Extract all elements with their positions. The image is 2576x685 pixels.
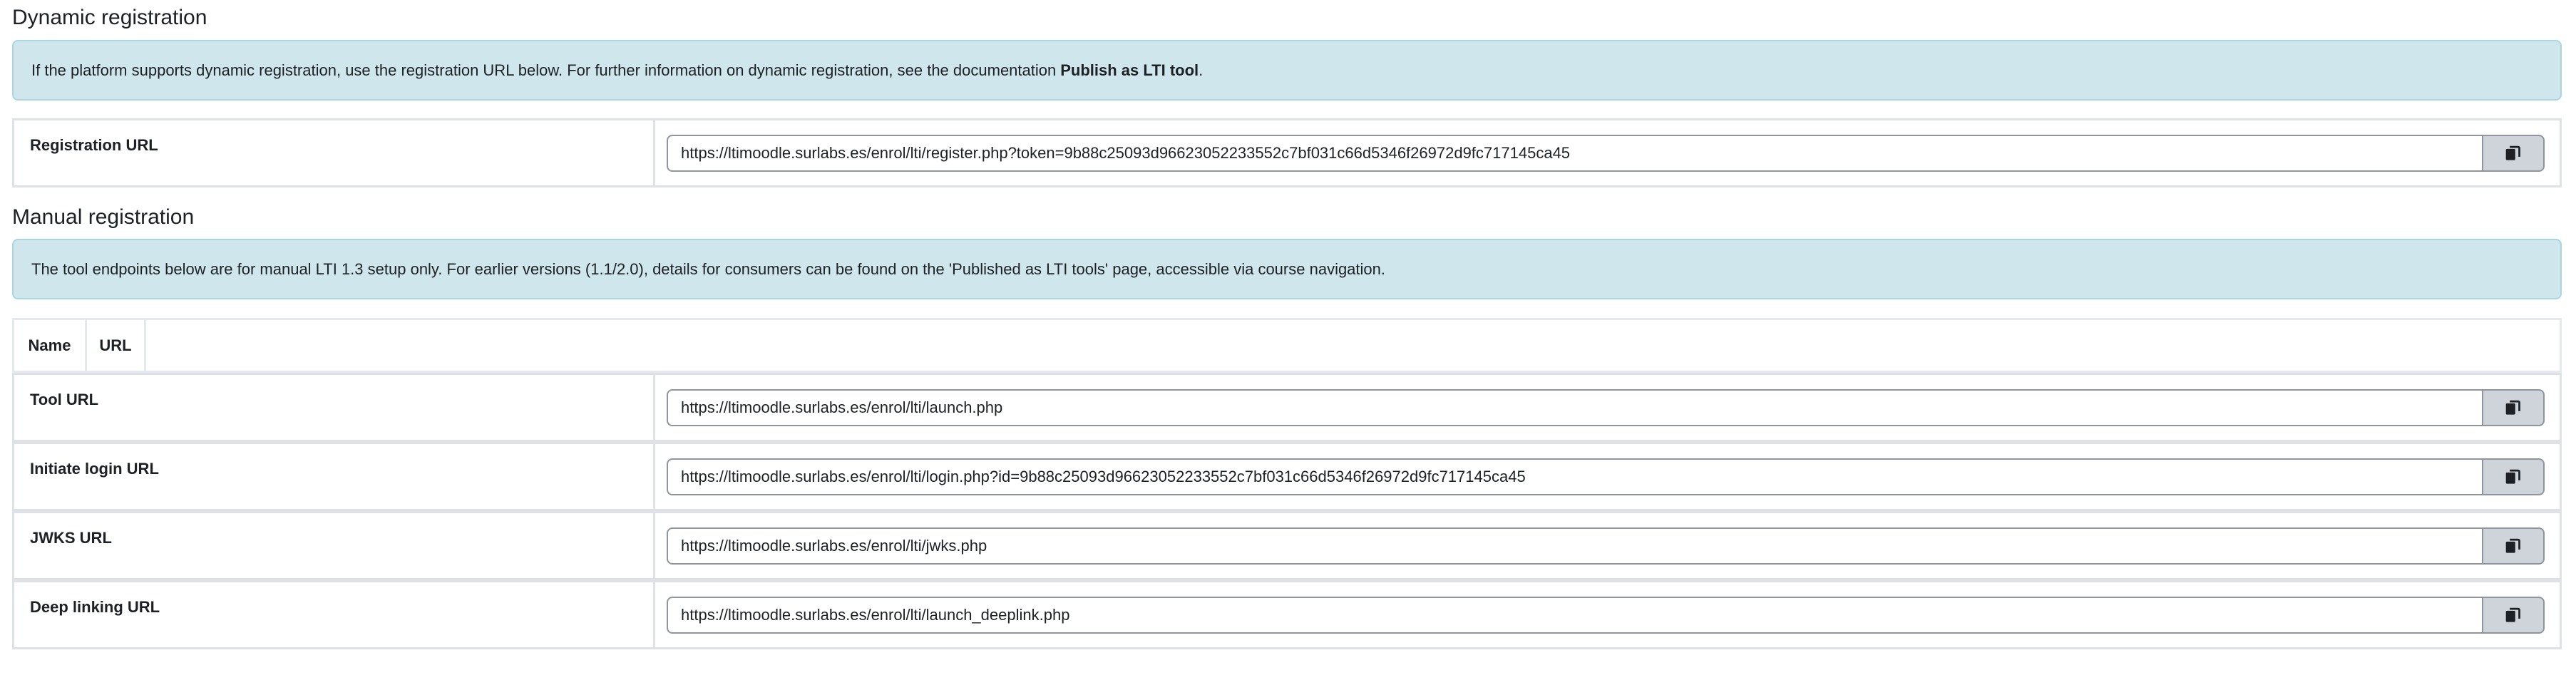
tool-url-input-group <box>667 389 2545 426</box>
endpoints-table-header: Name URL <box>12 318 2562 373</box>
jwks-url-label: JWKS URL <box>30 529 112 547</box>
jwks-url-row: JWKS URL <box>12 511 2562 580</box>
jwks-url-input[interactable] <box>667 527 2482 565</box>
dynamic-registration-info: If the platform supports dynamic registr… <box>12 40 2562 101</box>
manual-registration-info: The tool endpoints below are for manual … <box>12 239 2562 299</box>
tool-url-label: Tool URL <box>30 391 99 408</box>
copy-tool-url-button[interactable] <box>2482 389 2545 426</box>
column-header-url[interactable]: URL <box>87 320 146 371</box>
column-divider <box>653 513 655 578</box>
initiate-login-url-input-group <box>667 458 2545 495</box>
dynamic-info-text: If the platform supports dynamic registr… <box>31 61 1057 79</box>
column-divider <box>653 582 655 647</box>
registration-url-row: Registration URL <box>12 118 2562 187</box>
copy-initiate-login-url-button[interactable] <box>2482 458 2545 495</box>
tool-url-row: Tool URL <box>12 373 2562 442</box>
lti-registration-page: Dynamic registration If the platform sup… <box>0 0 2576 685</box>
dynamic-info-suffix: . <box>1199 61 1204 79</box>
initiate-login-url-label: Initiate login URL <box>30 460 159 478</box>
copy-icon <box>2505 538 2520 553</box>
column-header-name[interactable]: Name <box>14 320 87 371</box>
copy-icon <box>2505 400 2520 415</box>
copy-icon <box>2505 145 2520 160</box>
initiate-login-url-row: Initiate login URL <box>12 442 2562 511</box>
jwks-url-input-group <box>667 527 2545 565</box>
deep-linking-url-row: Deep linking URL <box>12 580 2562 649</box>
registration-url-label: Registration URL <box>30 136 158 154</box>
publish-as-lti-tool-link[interactable]: Publish as LTI tool <box>1060 61 1199 80</box>
manual-registration-heading: Manual registration <box>12 205 195 229</box>
deep-linking-url-input[interactable] <box>667 597 2482 634</box>
copy-deep-linking-url-button[interactable] <box>2482 597 2545 634</box>
column-divider <box>653 375 655 440</box>
manual-info-text: The tool endpoints below are for manual … <box>31 259 1386 278</box>
copy-icon <box>2505 469 2520 484</box>
copy-registration-url-button[interactable] <box>2482 135 2545 172</box>
copy-icon <box>2505 607 2520 622</box>
copy-jwks-url-button[interactable] <box>2482 527 2545 565</box>
registration-url-input-group <box>667 135 2545 172</box>
tool-url-input[interactable] <box>667 389 2482 426</box>
column-divider <box>653 120 655 185</box>
deep-linking-url-label: Deep linking URL <box>30 598 160 616</box>
column-divider <box>653 444 655 509</box>
registration-url-input[interactable] <box>667 135 2482 172</box>
dynamic-registration-heading: Dynamic registration <box>12 6 207 29</box>
initiate-login-url-input[interactable] <box>667 458 2482 495</box>
deep-linking-url-input-group <box>667 597 2545 634</box>
